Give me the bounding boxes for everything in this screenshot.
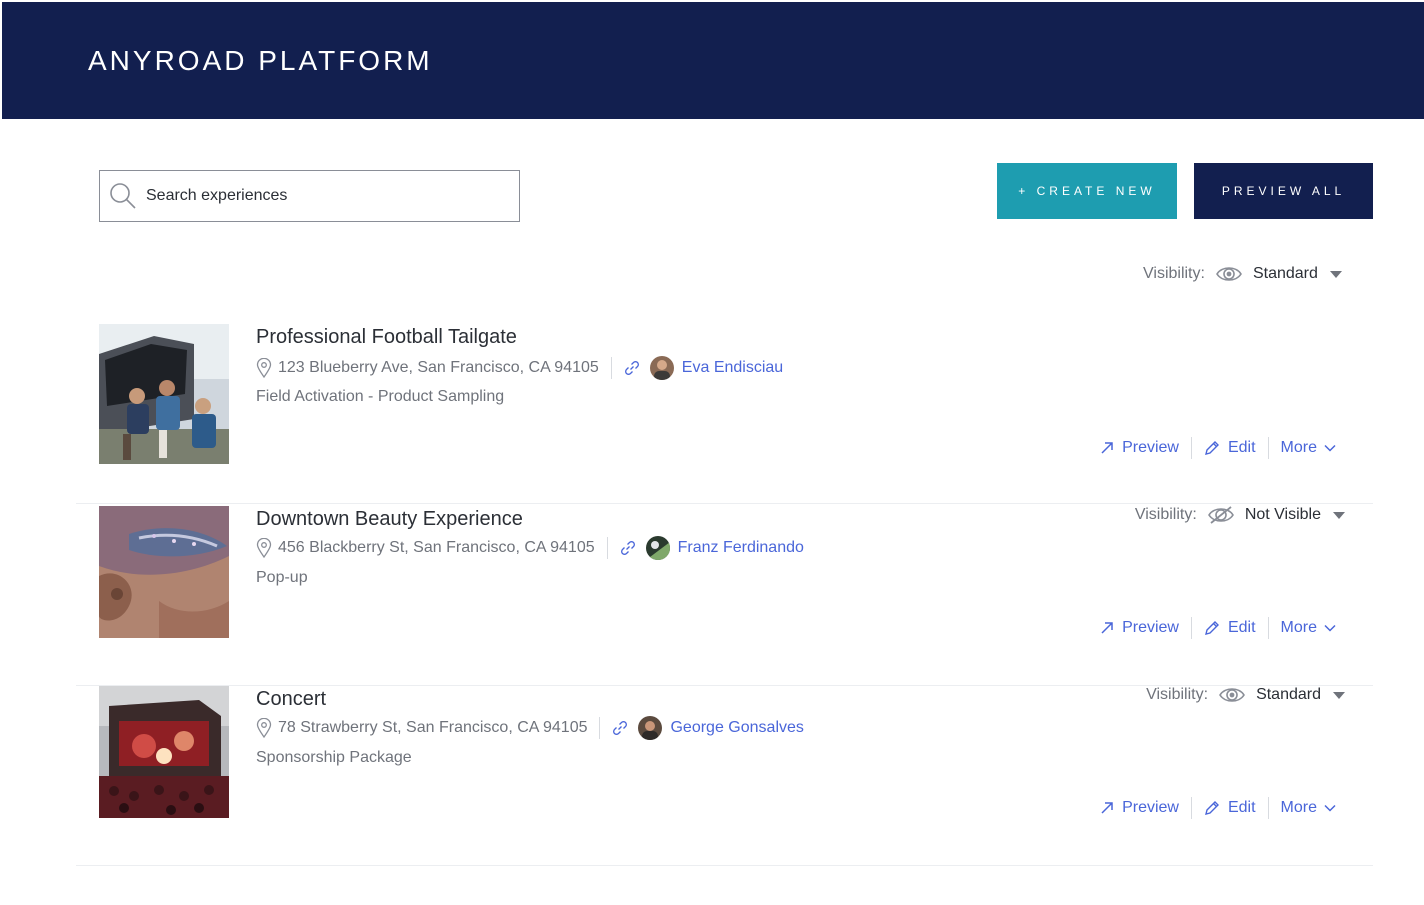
preview-button[interactable]: Preview [1100, 439, 1179, 457]
location-pin-icon [256, 358, 272, 378]
edit-label: Edit [1227, 619, 1256, 636]
experience-meta: 78 Strawberry St, San Francisco, CA 9410… [256, 716, 804, 740]
visibility-dropdown[interactable]: Visibility: Not Visible [1135, 505, 1345, 525]
visibility-dropdown[interactable]: Visibility: Standard [1143, 264, 1342, 284]
experience-address: 456 Blackberry St, San Francisco, CA 941… [278, 539, 595, 556]
brand-title: ANYROAD PLATFORM [88, 45, 433, 76]
preview-label: Preview [1122, 619, 1179, 636]
experience-title[interactable]: Professional Football Tailgate [256, 326, 517, 349]
preview-label: Preview [1122, 799, 1179, 816]
visibility-dropdown[interactable]: Visibility: Standard [1146, 685, 1345, 705]
experience-card: Concert 78 Strawberry St, San Francisco,… [76, 686, 1373, 866]
experience-category: Sponsorship Package [256, 749, 412, 766]
avatar [649, 356, 674, 380]
more-dropdown[interactable]: More [1281, 799, 1345, 817]
eye-icon [1216, 267, 1242, 281]
link-icon [613, 721, 628, 735]
edit-button[interactable]: Edit [1204, 799, 1256, 817]
experience-thumbnail[interactable] [99, 324, 229, 464]
visibility-label: Visibility: [1134, 506, 1197, 523]
host-link[interactable]: Eva Endisciau [682, 359, 783, 377]
create-new-button[interactable]: + CREATE NEW [997, 163, 1177, 219]
divider [610, 357, 612, 379]
edit-label: Edit [1227, 439, 1256, 456]
caret-down-icon [1329, 270, 1342, 278]
external-arrow-icon [1101, 802, 1113, 814]
avatar [638, 716, 663, 740]
pencil-icon [1205, 801, 1219, 815]
more-dropdown[interactable]: More [1281, 439, 1345, 457]
card-actions: Preview Edit More [1100, 617, 1345, 639]
experience-thumbnail[interactable] [99, 686, 229, 818]
visibility-value: Standard [1252, 265, 1318, 282]
divider [1190, 797, 1192, 819]
experience-category: Field Activation - Product Sampling [256, 388, 505, 405]
experience-card: Professional Football Tailgate 123 Blueb… [76, 324, 1373, 504]
visibility-label: Visibility: [1143, 265, 1205, 282]
eye-icon [1219, 688, 1246, 702]
preview-all-button[interactable]: PREVIEW ALL [1194, 163, 1373, 219]
preview-button[interactable]: Preview [1100, 619, 1179, 637]
edit-label: Edit [1227, 799, 1256, 816]
caret-down-icon [1333, 511, 1345, 519]
search-icon [110, 183, 136, 209]
experience-thumbnail[interactable] [99, 506, 229, 638]
search-input[interactable] [146, 183, 506, 209]
experience-title[interactable]: Downtown Beauty Experience [256, 508, 523, 531]
location-pin-icon [256, 538, 272, 558]
avatar [645, 536, 670, 560]
experience-address: 123 Blueberry Ave, San Francisco, CA 941… [278, 359, 599, 376]
more-label: More [1280, 799, 1317, 816]
experience-category: Pop-up [256, 569, 308, 586]
pencil-icon [1205, 441, 1219, 455]
link-icon [620, 541, 635, 555]
more-dropdown[interactable]: More [1281, 619, 1345, 637]
host-link[interactable]: George Gonsalves [670, 719, 803, 737]
card-actions: Preview Edit More [1100, 797, 1345, 819]
divider [1267, 437, 1269, 459]
experience-card: Downtown Beauty Experience 456 Blackberr… [76, 506, 1373, 686]
chevron-down-icon [1324, 624, 1336, 632]
experience-meta: 123 Blueberry Ave, San Francisco, CA 941… [256, 356, 783, 380]
divider [1267, 797, 1269, 819]
host-link[interactable]: Franz Ferdinando [678, 539, 804, 557]
divider [606, 537, 608, 559]
divider [1190, 617, 1192, 639]
card-actions: Preview Edit More [1100, 437, 1345, 459]
eye-slash-icon [1207, 506, 1234, 524]
visibility-value: Standard [1256, 686, 1321, 703]
more-label: More [1280, 439, 1317, 456]
edit-button[interactable]: Edit [1204, 439, 1256, 457]
divider [1267, 617, 1269, 639]
external-arrow-icon [1101, 442, 1113, 454]
location-pin-icon [256, 718, 272, 738]
preview-label: Preview [1122, 439, 1179, 456]
link-icon [624, 361, 639, 375]
visibility-value: Not Visible [1244, 506, 1321, 523]
chevron-down-icon [1324, 444, 1336, 452]
visibility-label: Visibility: [1146, 686, 1209, 703]
chevron-down-icon [1324, 804, 1336, 812]
search-box[interactable] [99, 170, 520, 222]
divider [1190, 437, 1192, 459]
pencil-icon [1205, 621, 1219, 635]
caret-down-icon [1333, 691, 1345, 699]
experience-title[interactable]: Concert [256, 688, 326, 711]
edit-button[interactable]: Edit [1204, 619, 1256, 637]
divider [599, 717, 601, 739]
preview-button[interactable]: Preview [1100, 799, 1179, 817]
experience-address: 78 Strawberry St, San Francisco, CA 9410… [278, 719, 588, 736]
top-header: ANYROAD PLATFORM [2, 2, 1424, 119]
external-arrow-icon [1101, 622, 1113, 634]
experience-meta: 456 Blackberry St, San Francisco, CA 941… [256, 536, 804, 560]
more-label: More [1280, 619, 1317, 636]
